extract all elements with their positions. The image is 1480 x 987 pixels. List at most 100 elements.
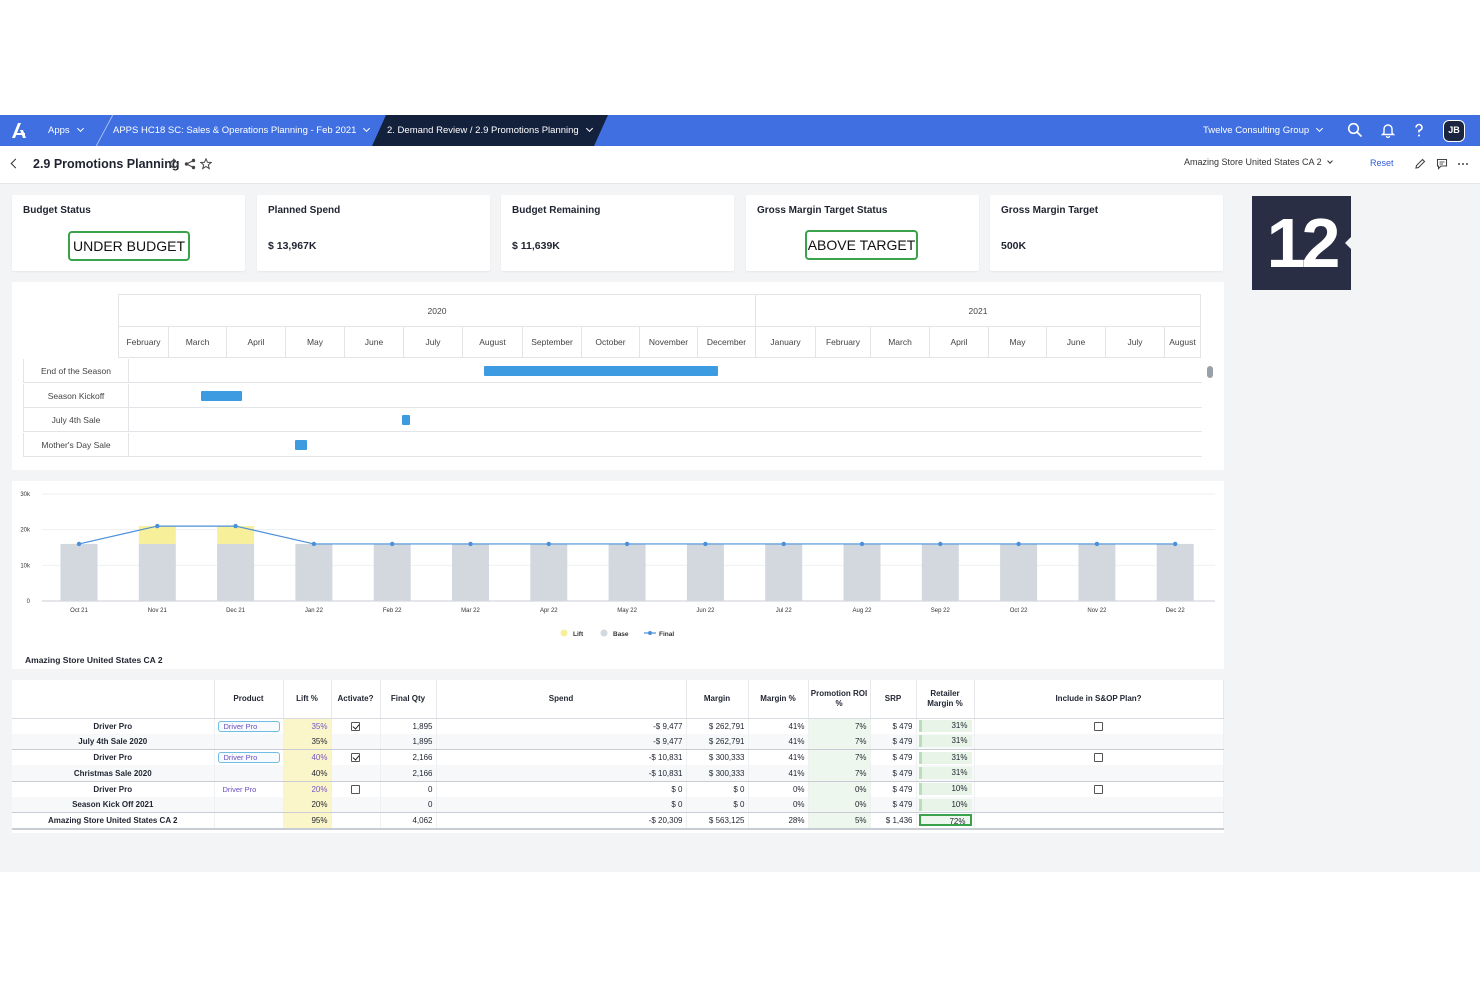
top-nav-bar: Apps APPS HC18 SC: Sales & Operations Pl… bbox=[0, 115, 1480, 146]
retailer-margin-value: 31% bbox=[918, 735, 972, 748]
srp-cell: $ 479 bbox=[870, 781, 917, 797]
lift-pct-cell[interactable]: 20% bbox=[283, 781, 332, 797]
lift-pct-cell[interactable]: 35% bbox=[283, 718, 332, 734]
activate-checkbox[interactable] bbox=[351, 785, 360, 795]
activate-cell bbox=[331, 749, 381, 766]
gantt-year-cell: 2020 bbox=[118, 294, 756, 327]
column-header[interactable]: Promotion ROI % bbox=[808, 680, 871, 719]
chart-bar-base bbox=[217, 543, 255, 601]
gantt-promotion-bar[interactable] bbox=[484, 366, 719, 376]
retailer-margin-value: 10% bbox=[918, 798, 972, 811]
gantt-promotion-bar[interactable] bbox=[294, 439, 307, 450]
column-header[interactable] bbox=[12, 680, 215, 719]
product-select[interactable]: Driver Pro bbox=[214, 718, 284, 734]
include-sop-checkbox[interactable] bbox=[1094, 785, 1103, 795]
gantt-promotion-bar[interactable] bbox=[200, 390, 242, 401]
retailer-margin-cell: 31% bbox=[916, 749, 975, 766]
spend-cell: -$ 9,477 bbox=[436, 733, 687, 751]
model-menu[interactable]: APPS HC18 SC: Sales & Operations Plannin… bbox=[113, 115, 371, 146]
chart-point-final bbox=[546, 541, 551, 547]
refresh-icon[interactable] bbox=[168, 158, 180, 170]
gantt-month-cell: August bbox=[1165, 327, 1201, 358]
column-header[interactable]: Final Qty bbox=[380, 680, 437, 719]
include-sop-cell bbox=[974, 749, 1224, 766]
product-select-value: Driver Pro bbox=[217, 720, 280, 732]
chart-bar-base bbox=[1156, 543, 1194, 601]
gantt-row bbox=[129, 408, 1202, 432]
x-tick-label: Oct 22 bbox=[1010, 608, 1028, 614]
forecast-chart-card: 0 10k 20k 30k Oct 21 Nov 21 Dec 21 Jan 22 Feb 22… bbox=[12, 481, 1224, 669]
chart-bar-base bbox=[843, 543, 881, 601]
column-header[interactable]: Product bbox=[214, 680, 284, 719]
activate-checkbox[interactable] bbox=[351, 721, 360, 731]
page-menu-label: 2. Demand Review / 2.9 Promotions Planni… bbox=[387, 125, 579, 136]
column-header[interactable]: Include in S&OP Plan? bbox=[974, 680, 1224, 719]
spend-cell: -$ 10,831 bbox=[436, 749, 687, 766]
kpi-gross-margin-target-status: Gross Margin Target Status ABOVE TARGET bbox=[746, 195, 979, 271]
reset-button[interactable]: Reset bbox=[1370, 158, 1394, 168]
store-select[interactable]: Amazing Store United States CA 2 bbox=[1184, 157, 1333, 167]
column-header[interactable]: Retailer Margin % bbox=[916, 680, 975, 719]
page-menu[interactable]: 2. Demand Review / 2.9 Promotions Planni… bbox=[387, 115, 593, 146]
retailer-margin-cell: 31% bbox=[916, 718, 975, 734]
kpi-gross-margin-target: Gross Margin Target 500K bbox=[990, 195, 1223, 271]
legend-label: Base bbox=[613, 631, 629, 638]
include-sop-cell bbox=[974, 765, 1224, 782]
back-chevron-icon[interactable] bbox=[10, 158, 21, 169]
column-header[interactable]: Lift % bbox=[283, 680, 332, 719]
spend-cell: $ 0 bbox=[436, 781, 687, 797]
table-total-row: Amazing Store United States CA 2 95% 4,062… bbox=[12, 812, 1224, 830]
lift-pct-cell[interactable]: 40% bbox=[283, 749, 332, 766]
share-icon[interactable] bbox=[184, 158, 196, 170]
column-header[interactable]: Margin % bbox=[748, 680, 809, 719]
x-tick-label: Dec 21 bbox=[226, 608, 246, 614]
gantt-month-cell: March bbox=[871, 327, 930, 358]
chevron-down-icon bbox=[585, 124, 593, 133]
edit-icon[interactable] bbox=[1414, 158, 1426, 170]
srp-cell: $ 1,436 bbox=[870, 812, 917, 830]
help-icon[interactable] bbox=[1411, 122, 1427, 138]
avatar[interactable]: JB bbox=[1443, 120, 1465, 142]
column-header[interactable]: Spend bbox=[436, 680, 687, 719]
kpi-planned-spend: Planned Spend $ 13,967K bbox=[257, 195, 490, 271]
column-header[interactable]: Activate? bbox=[331, 680, 381, 719]
x-tick-label: May 22 bbox=[617, 608, 637, 614]
x-tick-label: Apr 22 bbox=[540, 608, 558, 614]
spend-cell: $ 0 bbox=[436, 796, 687, 814]
product-select[interactable]: Driver Pro bbox=[214, 749, 284, 766]
gantt-month-cell: February bbox=[816, 327, 871, 358]
include-sop-checkbox[interactable] bbox=[1094, 721, 1103, 731]
chart-bar-base bbox=[373, 543, 411, 601]
y-tick-label: 10k bbox=[20, 563, 31, 569]
column-header[interactable]: SRP bbox=[870, 680, 917, 719]
final-qty-cell: 1,895 bbox=[380, 733, 437, 751]
gantt-promotion-bar[interactable] bbox=[402, 415, 410, 425]
comment-icon[interactable] bbox=[1436, 158, 1448, 170]
apps-menu[interactable]: Apps bbox=[48, 115, 84, 146]
column-header[interactable]: Margin bbox=[686, 680, 749, 719]
more-icon[interactable] bbox=[1457, 158, 1469, 170]
include-sop-checkbox[interactable] bbox=[1094, 753, 1103, 763]
margin-pct-cell: 28% bbox=[748, 812, 809, 830]
margin-cell: $ 563,125 bbox=[686, 812, 749, 830]
bell-icon[interactable] bbox=[1380, 122, 1396, 138]
search-icon[interactable] bbox=[1347, 122, 1363, 138]
final-qty-cell: 2,166 bbox=[380, 765, 437, 782]
star-icon[interactable] bbox=[200, 158, 212, 170]
status-badge: UNDER BUDGET bbox=[68, 231, 190, 261]
row-label: Driver Pro bbox=[12, 718, 215, 734]
include-sop-cell bbox=[974, 718, 1224, 734]
workspace-menu[interactable]: Twelve Consulting Group bbox=[1203, 115, 1324, 146]
promotions-table-card: Product Lift % Activate? Final Qty Spend Marg… bbox=[12, 680, 1224, 833]
chart-point-final bbox=[390, 541, 395, 547]
product-select[interactable]: Driver Pro bbox=[214, 781, 284, 797]
gantt-scrollbar[interactable] bbox=[1207, 366, 1213, 378]
activate-checkbox[interactable] bbox=[351, 753, 360, 763]
y-tick-label: 30k bbox=[20, 492, 31, 498]
anaplan-logo-icon[interactable] bbox=[10, 121, 30, 140]
table-body: Driver Pro Driver Pro 35% 1,895 -$ 9,477 $ 26… bbox=[12, 718, 1224, 830]
chevron-down-icon bbox=[363, 124, 371, 133]
product-cell bbox=[214, 812, 284, 830]
legend-label: Final bbox=[659, 631, 674, 638]
page-header: 2.9 Promotions Planning Amazing Store Un… bbox=[0, 146, 1480, 184]
